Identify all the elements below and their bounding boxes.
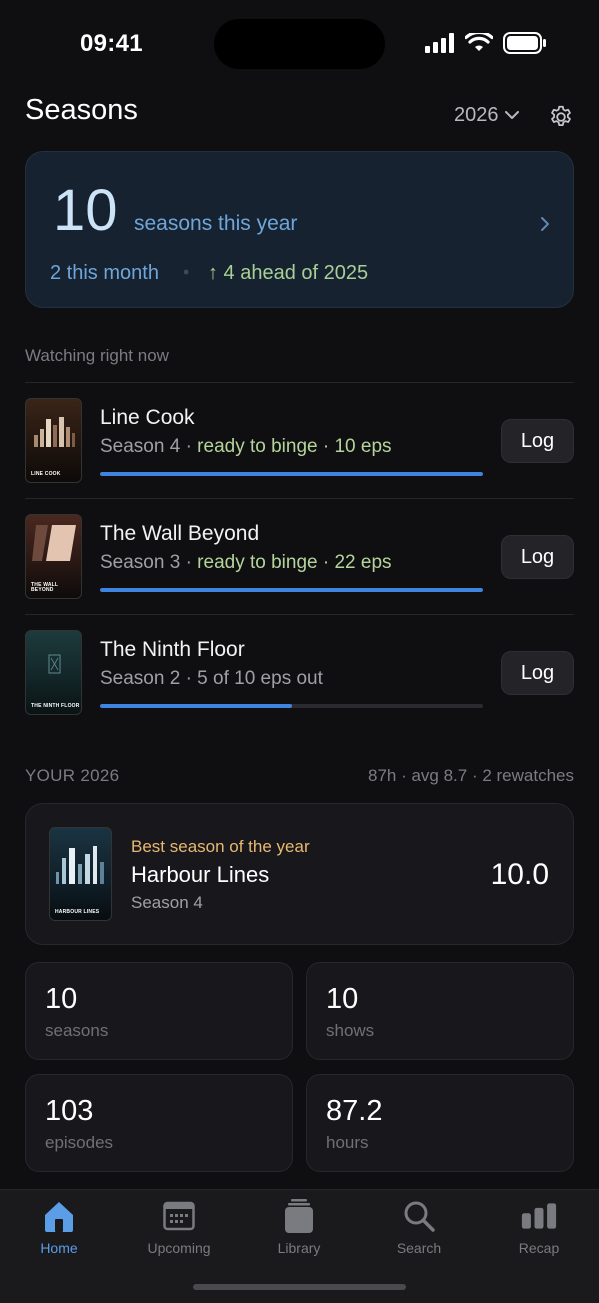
stat-label: shows — [326, 1021, 375, 1040]
show-poster: THE WALL BEYOND — [25, 514, 82, 599]
tab-recap[interactable]: Recap — [489, 1198, 589, 1264]
tab-search[interactable]: Search — [369, 1198, 469, 1264]
tab-label: Upcoming — [147, 1240, 211, 1256]
year-summary-label: YOUR 2026 — [25, 766, 120, 785]
show-poster: LINE COOK — [25, 398, 82, 483]
log-button[interactable]: Log — [501, 419, 574, 463]
header: Seasons 2026 — [0, 90, 599, 150]
stat-value: 103 — [45, 1095, 94, 1127]
status-bar: 09:41 — [0, 0, 599, 90]
progress-fill — [100, 588, 483, 592]
chevron-right-icon — [541, 217, 549, 231]
progress-bar — [100, 588, 483, 592]
progress-fill — [100, 704, 292, 708]
stat-tile-hours[interactable]: 87.2 hours — [306, 1074, 574, 1172]
binge-status: ready to binge · 22 eps — [197, 552, 392, 573]
best-season-kicker: Best season of the year — [131, 837, 310, 856]
poster-title: LINE COOK — [31, 471, 61, 478]
signal-icon — [425, 33, 454, 53]
watching-row[interactable]: THE NINTH FLOOR The Ninth Floor Season 2… — [25, 615, 574, 731]
show-title: The Ninth Floor — [100, 638, 245, 661]
show-meta: Season 4 · ready to binge · 10 eps — [100, 436, 392, 458]
tab-label: Home — [40, 1240, 78, 1256]
search-icon — [401, 1198, 437, 1234]
home-indicator — [193, 1284, 406, 1290]
log-button[interactable]: Log — [501, 535, 574, 579]
stat-value: 10 — [45, 983, 78, 1015]
watching-section-label: Watching right now — [25, 346, 169, 365]
progress-bar — [100, 704, 483, 708]
progress-bar — [100, 472, 483, 476]
season-label: Season 3 · — [100, 552, 198, 573]
status-time: 09:41 — [80, 30, 143, 57]
show-title: Line Cook — [100, 406, 195, 429]
show-meta: Season 3 · ready to binge · 22 eps — [100, 552, 392, 574]
best-season-card[interactable]: HARBOUR LINES Best season of the year Ha… — [25, 803, 574, 945]
poster-title: HARBOUR LINES — [55, 909, 100, 916]
best-season-title: Harbour Lines — [131, 862, 270, 887]
episode-status: 5 of 10 eps out — [197, 668, 323, 689]
poster-art — [56, 846, 104, 884]
stat-label: hours — [326, 1133, 369, 1152]
show-title: The Wall Beyond — [100, 522, 260, 545]
show-poster: THE NINTH FLOOR — [25, 630, 82, 715]
tab-home[interactable]: Home — [9, 1198, 109, 1264]
progress-fill — [100, 472, 483, 476]
status-icons — [425, 32, 547, 54]
library-icon — [281, 1198, 317, 1234]
tab-upcoming[interactable]: Upcoming — [129, 1198, 229, 1264]
stat-label: seasons — [45, 1021, 109, 1040]
stat-tile-episodes[interactable]: 103 episodes — [25, 1074, 293, 1172]
stat-value: 87.2 — [326, 1095, 383, 1127]
year-selector[interactable]: 2026 — [454, 104, 519, 127]
season-count: 10 — [53, 178, 118, 243]
separator-dot: • — [183, 262, 190, 282]
stat-tile-seasons[interactable]: 10 seasons — [25, 962, 293, 1060]
tab-library[interactable]: Library — [249, 1198, 349, 1264]
poster-art — [34, 417, 75, 447]
poster-art — [48, 654, 61, 674]
best-season-number: Season 4 — [131, 893, 203, 912]
watching-row[interactable]: THE WALL BEYOND The Wall Beyond Season 3… — [25, 499, 574, 615]
page-title: Seasons — [25, 94, 138, 126]
chevron-down-icon — [504, 111, 519, 119]
bar-chart-icon — [521, 1198, 557, 1234]
season-summary-card[interactable]: 10 seasons this year 2 this month • ↑ 4 … — [25, 151, 574, 308]
home-icon — [41, 1198, 77, 1234]
year-label: 2026 — [454, 104, 499, 126]
ahead-of-last-year: ↑ 4 ahead of 2025 — [208, 262, 369, 284]
tab-label: Recap — [518, 1240, 560, 1256]
best-season-score: 10.0 — [490, 858, 549, 891]
dynamic-island — [214, 19, 385, 69]
season-label: Season 2 · — [100, 668, 198, 689]
stat-tile-shows[interactable]: 10 shows — [306, 962, 574, 1060]
wifi-icon — [465, 33, 493, 51]
poster-title: THE NINTH FLOOR — [31, 703, 80, 710]
tab-label: Library — [277, 1240, 321, 1256]
settings-gear-icon[interactable] — [548, 104, 574, 130]
stat-value: 10 — [326, 983, 359, 1015]
season-label: Season 4 · — [100, 436, 198, 457]
poster-title: THE WALL BEYOND — [31, 581, 59, 594]
tab-label: Search — [396, 1240, 442, 1256]
stat-label: episodes — [45, 1133, 114, 1152]
year-summary-stats: 87h · avg 8.7 · 2 rewatches — [367, 766, 574, 785]
season-count-label: seasons this year — [134, 212, 298, 235]
watching-row[interactable]: LINE COOK Line Cook Season 4 · ready to … — [25, 383, 574, 499]
calendar-icon — [161, 1198, 197, 1234]
log-button[interactable]: Log — [501, 651, 574, 695]
show-meta: Season 2 · 5 of 10 eps out — [100, 668, 323, 690]
poster-art — [32, 525, 76, 561]
battery-icon — [503, 32, 546, 54]
binge-status: ready to binge · 10 eps — [197, 436, 392, 457]
best-season-poster: HARBOUR LINES — [49, 827, 112, 921]
this-month-count: 2 this month — [50, 262, 159, 284]
